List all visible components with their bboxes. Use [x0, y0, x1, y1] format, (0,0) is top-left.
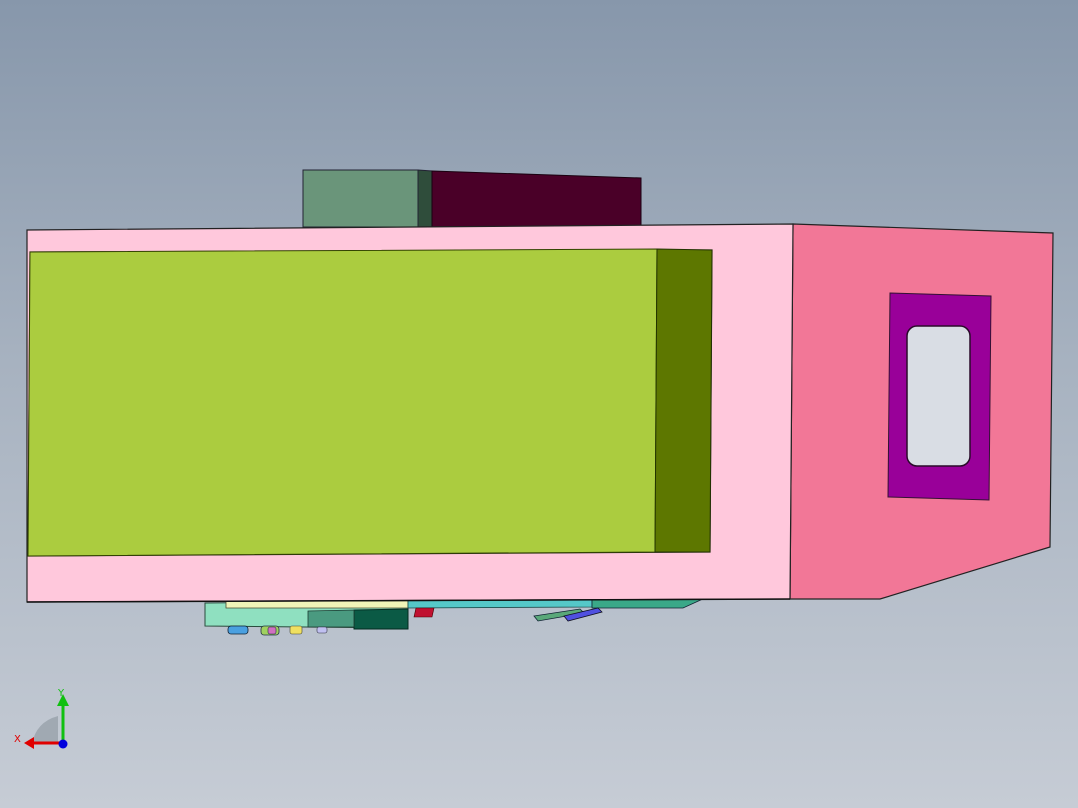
- connector-mid[interactable]: [307, 609, 355, 628]
- top-module-dark-red[interactable]: [431, 170, 642, 228]
- orientation-triad[interactable]: X Y: [10, 686, 74, 756]
- top-module-green-side[interactable]: [417, 169, 433, 228]
- battery-pack-face[interactable]: [27, 248, 658, 557]
- x-axis-arrowhead: [24, 737, 34, 749]
- z-axis-dot: [58, 739, 68, 749]
- battery-pack-side[interactable]: [654, 248, 713, 553]
- triad-plane-shape: [32, 716, 58, 744]
- connector-block[interactable]: [353, 608, 409, 630]
- x-axis-label: X: [14, 734, 21, 745]
- top-module-green-face[interactable]: [302, 169, 419, 228]
- y-axis-label: Y: [57, 688, 65, 699]
- red-tab[interactable]: [413, 607, 435, 618]
- 3d-viewport[interactable]: X Y: [0, 0, 1078, 808]
- blue-lever[interactable]: [563, 607, 603, 622]
- side-window-opening: [906, 325, 971, 467]
- cad-model-render[interactable]: [0, 0, 1078, 808]
